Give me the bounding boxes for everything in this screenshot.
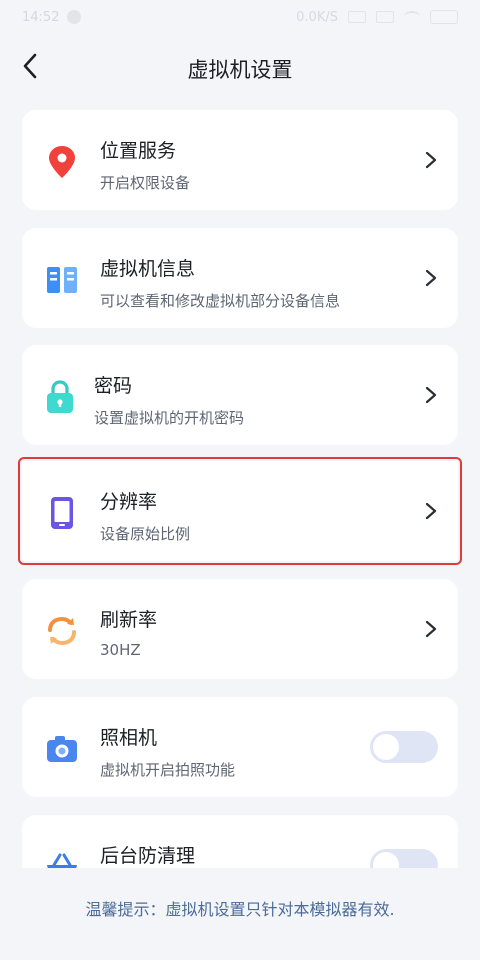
toggle-knob [373,734,399,760]
page-title: 虚拟机设置 [187,58,293,82]
setting-subtitle: 开启权限设备 [100,174,191,192]
setting-subtitle: 设备原始比例 [100,525,191,543]
top-bar: 虚拟机设置 [0,38,480,98]
chevron-right-icon [425,386,437,404]
setting-resolution[interactable]: 分辨率 设备原始比例 [18,457,462,565]
setting-title: 虚拟机信息 [100,258,196,280]
setting-title: 密码 [94,375,133,397]
setting-title: 照相机 [100,727,158,749]
battery-icon [430,10,458,24]
chevron-right-icon [425,620,437,638]
setting-subtitle: 设置虚拟机的开机密码 [94,409,245,427]
notification-icon [67,10,82,24]
setting-subtitle: 虚拟机开启拍照功能 [100,761,236,779]
signal-icon [376,11,394,23]
status-time: 14:52 [22,9,60,25]
location-pin-icon [49,146,75,178]
setting-camera: 照相机 虚拟机开启拍照功能 [22,697,458,797]
setting-title: 位置服务 [100,140,177,162]
setting-subtitle: 30HZ [100,641,141,659]
setting-subtitle: 可以查看和修改虚拟机部分设备信息 [100,292,341,310]
setting-refresh-rate[interactable]: 刷新率 30HZ [22,579,458,679]
server-info-icon [47,267,77,293]
setting-password[interactable]: 密码 设置虚拟机的开机密码 [22,345,458,445]
camera-toggle[interactable] [370,731,438,763]
chevron-right-icon [425,269,437,287]
chevron-right-icon [425,502,437,520]
setting-title: 分辨率 [100,491,158,513]
setting-vm-info[interactable]: 虚拟机信息 可以查看和修改虚拟机部分设备信息 [22,228,458,328]
refresh-icon [48,616,76,646]
network-speed: 0.0K/S [296,9,338,25]
camera-icon [47,736,77,762]
footer-tip: 温馨提示：虚拟机设置只针对本模拟器有效. [85,900,395,919]
chevron-right-icon [425,151,437,169]
lock-icon [47,380,73,413]
wifi-icon [404,11,420,23]
phone-screen-icon [51,497,73,529]
status-bar: 14:52 0.0K/S [0,0,480,34]
setting-title: 刷新率 [100,609,158,631]
setting-title: 后台防清理 [100,845,196,867]
setting-location-service[interactable]: 位置服务 开启权限设备 [22,110,458,210]
alarm-icon [348,11,366,23]
